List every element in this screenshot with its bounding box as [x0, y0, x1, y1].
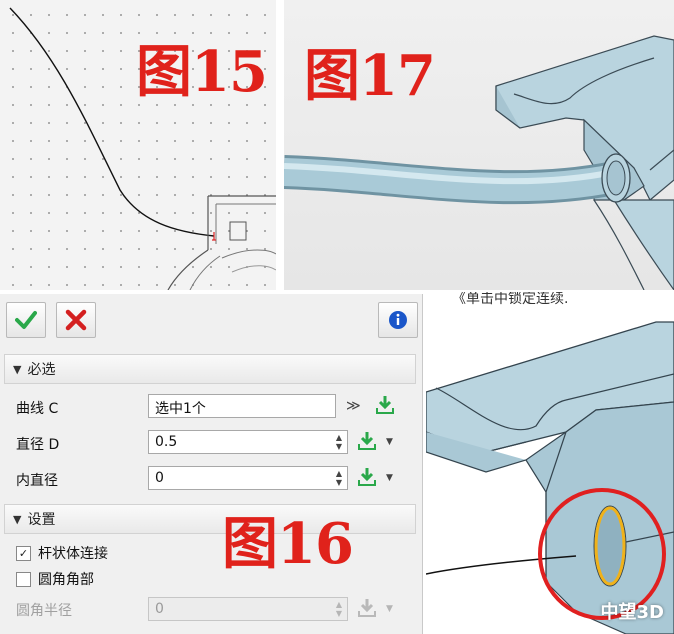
info-icon	[389, 311, 407, 329]
pick-arrow-icon	[358, 599, 376, 617]
diameter-value: 0.5	[155, 434, 178, 450]
spin-buttons: ▲ ▼	[335, 600, 343, 618]
rod-connect-label: 杆状体连接	[38, 546, 108, 562]
spin-buttons[interactable]: ▲ ▼	[334, 469, 344, 487]
inner-diameter-input[interactable]: 0 ▲ ▼	[148, 466, 348, 490]
rod-connect-checkbox[interactable]: ✓	[16, 546, 31, 561]
info-button[interactable]	[378, 302, 418, 338]
dropdown-arrow-icon: ▼	[386, 604, 393, 614]
check-icon	[15, 311, 37, 329]
pipe-dialog: ▼ 必选 曲线 C 选中1个 ≫ 直径 D 0.5 ▲ ▼ ▼ 内直径 0 ▲ ▼ …	[0, 294, 423, 634]
figure-15-sketch-view: 图15	[0, 0, 276, 290]
double-chevron-down-icon[interactable]: ≫	[346, 398, 361, 414]
fillet-corner-checkbox[interactable]	[16, 572, 31, 587]
x-icon	[65, 309, 87, 331]
fillet-radius-input: 0 ▲ ▼	[148, 597, 348, 621]
spin-buttons[interactable]: ▲ ▼	[334, 433, 344, 451]
watermark-logo: 中望3D	[600, 602, 664, 623]
inner-diameter-value: 0	[155, 470, 164, 486]
fillet-radius-label: 圆角半径	[16, 603, 72, 619]
highlight-3d-view: 《单击中锁定连续. 中望3D	[426, 292, 674, 634]
figure-17-label: 图17	[304, 43, 436, 109]
settings-section-header[interactable]: ▼ 设置	[4, 504, 416, 534]
fillet-corner-label: 圆角角部	[38, 572, 94, 588]
diameter-label: 直径 D	[16, 437, 60, 453]
curve-label: 曲线 C	[16, 401, 59, 417]
diameter-input[interactable]: 0.5 ▲ ▼	[148, 430, 348, 454]
dropdown-arrow-icon[interactable]: ▼	[386, 437, 393, 447]
figure-17-3d-view: 图17	[284, 0, 674, 290]
figure-15-label: 图15	[136, 39, 268, 105]
curve-field[interactable]: 选中1个	[148, 394, 336, 418]
dropdown-arrow-icon[interactable]: ▼	[386, 473, 393, 483]
pick-arrow-icon[interactable]	[374, 394, 396, 416]
pick-arrow-icon[interactable]	[356, 430, 378, 452]
ok-button[interactable]	[6, 302, 46, 338]
collapse-arrow-icon: ▼	[13, 362, 22, 376]
collapse-arrow-icon: ▼	[13, 512, 22, 526]
figure-16-label: 图16	[222, 511, 354, 577]
3d-model-render-closeup	[426, 321, 674, 634]
required-section-header[interactable]: ▼ 必选	[4, 354, 416, 384]
curve-value: 选中1个	[155, 401, 206, 417]
pick-arrow-icon[interactable]	[356, 466, 378, 488]
cancel-button[interactable]	[56, 302, 96, 338]
fillet-radius-value: 0	[155, 601, 164, 617]
section-title: 设置	[27, 512, 56, 528]
inner-diameter-label: 内直径	[16, 473, 58, 489]
dialog-toolbar	[0, 294, 422, 348]
section-title: 必选	[27, 362, 56, 378]
